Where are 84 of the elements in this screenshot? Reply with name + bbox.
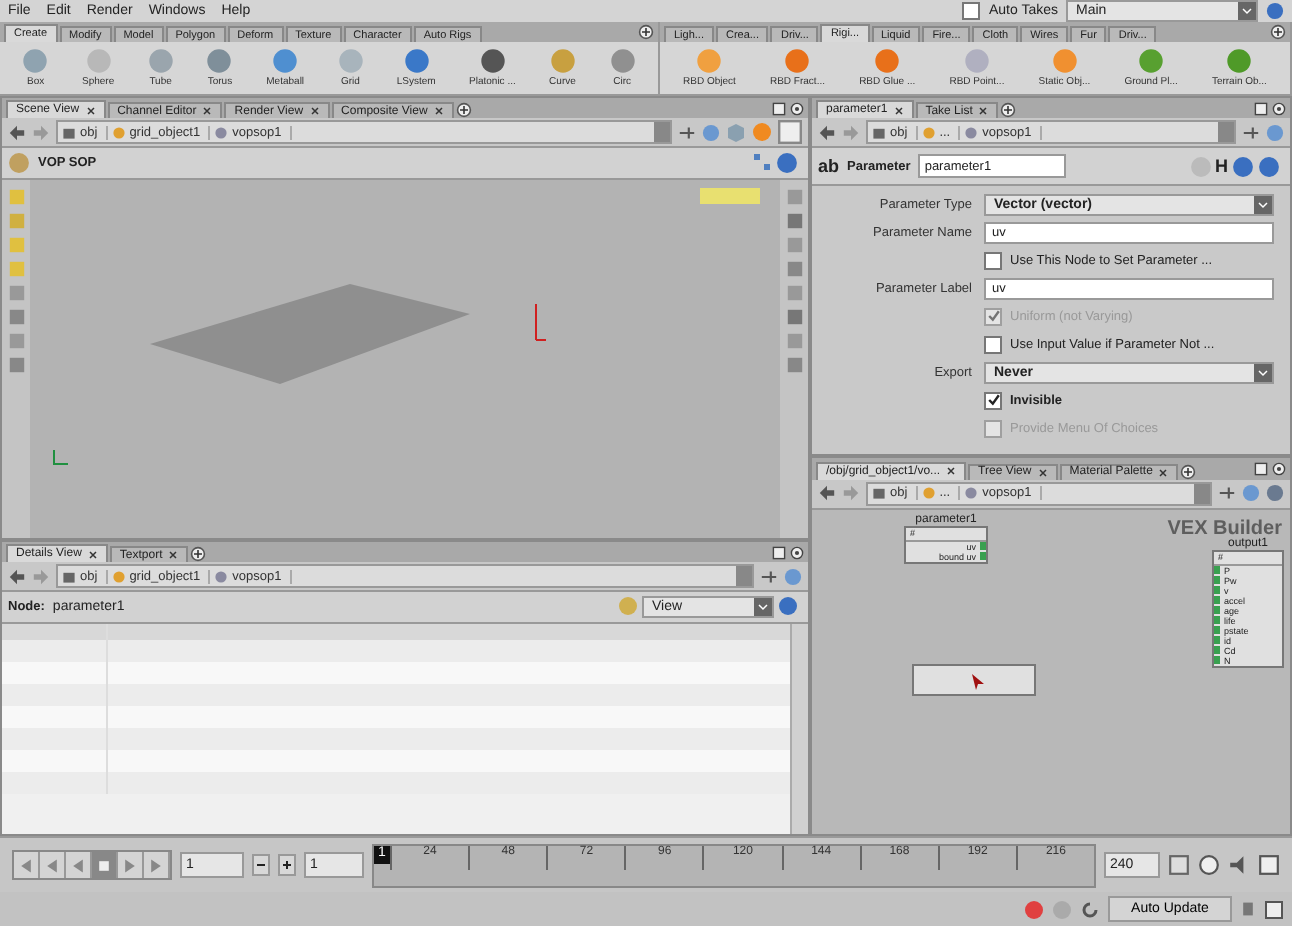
empty-node[interactable] [912, 663, 1036, 696]
checkbox[interactable] [984, 391, 1002, 409]
forward-arrow-icon[interactable] [32, 567, 50, 585]
add-tab-icon[interactable] [1270, 24, 1286, 40]
forward-arrow-icon[interactable] [842, 123, 860, 141]
add-tab-icon[interactable] [1180, 463, 1197, 480]
maximize-icon[interactable] [772, 101, 786, 115]
pane-menu-icon[interactable] [790, 545, 804, 559]
close-icon[interactable] [978, 106, 989, 116]
close-icon[interactable] [87, 549, 98, 559]
close-icon[interactable] [1158, 467, 1169, 478]
back-arrow-icon[interactable] [818, 484, 836, 503]
help-icon[interactable] [1258, 155, 1280, 177]
node-icon [964, 125, 979, 139]
checkbox[interactable] [984, 251, 1002, 269]
node-icon [214, 125, 229, 139]
checkbox[interactable] [984, 335, 1002, 353]
caret-icon [1258, 199, 1268, 209]
back-arrow-icon[interactable] [818, 123, 836, 141]
close-icon[interactable] [433, 106, 444, 116]
increment-button[interactable] [278, 854, 296, 876]
node-icon [964, 486, 979, 501]
add-tab-icon[interactable] [1000, 102, 1017, 118]
node-icon [921, 125, 936, 139]
minus-icon [256, 860, 266, 870]
window-icon[interactable] [1264, 899, 1284, 919]
vop-node-icon[interactable] [8, 152, 30, 174]
node-icon [111, 125, 126, 139]
back-arrow-icon[interactable] [8, 567, 26, 585]
decrement-button[interactable] [252, 854, 270, 876]
close-icon[interactable] [309, 106, 320, 116]
playback-button[interactable] [14, 852, 40, 878]
playback-button[interactable] [118, 852, 144, 878]
close-icon[interactable] [85, 105, 96, 115]
help-icon[interactable] [776, 152, 798, 174]
maximize-icon[interactable] [1254, 461, 1268, 476]
flag-button[interactable]: H [1215, 155, 1228, 177]
playback-button[interactable] [66, 852, 92, 878]
pane-menu-icon[interactable] [790, 101, 804, 115]
maximize-icon[interactable] [772, 545, 786, 559]
axes-icon [50, 448, 70, 468]
node-icon [214, 569, 229, 583]
back-arrow-icon[interactable] [8, 123, 26, 141]
close-icon[interactable] [893, 105, 904, 115]
maximize-icon[interactable] [1254, 101, 1268, 115]
pin-icon[interactable] [678, 123, 696, 141]
node-icon [111, 569, 126, 583]
close-icon[interactable] [202, 106, 213, 116]
playback-button[interactable] [40, 852, 66, 878]
operator-type-icon: ab [818, 156, 840, 176]
caret-icon [1242, 6, 1252, 16]
folder-icon [62, 569, 76, 583]
folder-icon [872, 486, 886, 501]
stop-icon [96, 857, 112, 873]
info-icon[interactable] [1232, 155, 1254, 177]
refresh-icon[interactable] [1080, 899, 1100, 919]
folder-icon [872, 125, 886, 139]
network-icon[interactable] [752, 152, 772, 172]
caret-icon [1258, 367, 1268, 377]
stop-icon[interactable] [1024, 899, 1044, 919]
forward-arrow-icon[interactable] [32, 123, 50, 141]
folder-icon [62, 125, 76, 139]
node-icon [921, 486, 936, 501]
scrollbar[interactable] [790, 624, 808, 834]
plus-icon [282, 860, 292, 870]
add-tab-icon[interactable] [637, 24, 654, 40]
caret-icon [758, 602, 768, 612]
help-icon[interactable] [1266, 2, 1284, 20]
pane-menu-icon[interactable] [1272, 461, 1286, 476]
checkbox[interactable] [962, 2, 981, 20]
add-tab-icon[interactable] [455, 102, 472, 118]
playback-button[interactable] [92, 852, 118, 878]
cursor-icon [972, 673, 984, 690]
playback-button[interactable] [144, 852, 170, 878]
pin-icon[interactable] [1242, 123, 1260, 141]
context-label: VEX Builder [1167, 517, 1282, 540]
pin-icon[interactable] [1218, 484, 1236, 503]
close-icon[interactable] [946, 466, 957, 477]
close-icon[interactable] [1037, 467, 1048, 478]
add-tab-icon[interactable] [190, 546, 207, 562]
help-icon[interactable] [778, 596, 798, 616]
close-icon[interactable] [168, 550, 179, 560]
pane-menu-icon[interactable] [1272, 101, 1286, 115]
pin-icon[interactable] [760, 567, 778, 585]
